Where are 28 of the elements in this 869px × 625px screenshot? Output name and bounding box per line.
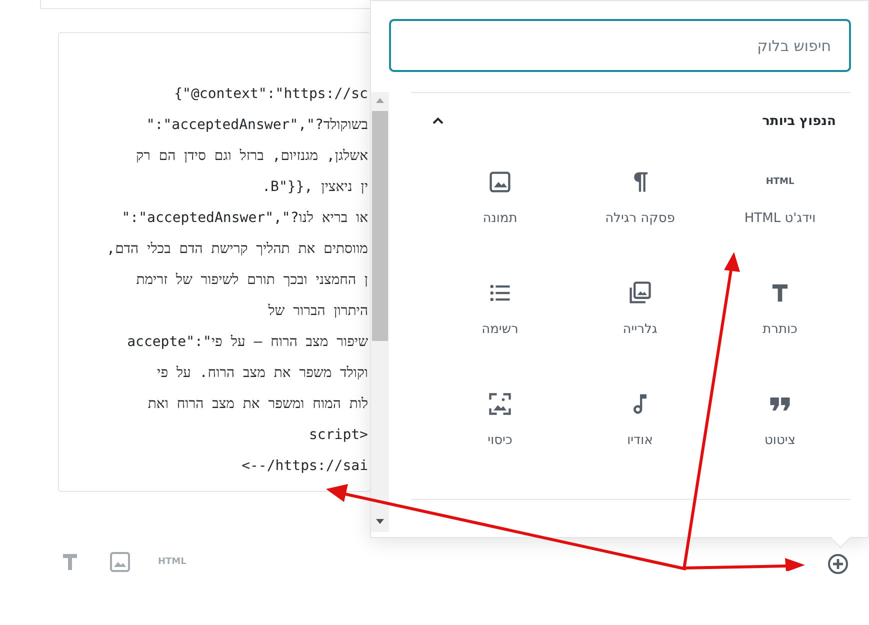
add-block-button[interactable] — [826, 552, 850, 576]
search-field[interactable]: חיפוש בלוק — [389, 19, 851, 72]
code-line: <--/https://sai — [240, 457, 368, 476]
block-item[interactable]: אודיו — [570, 391, 710, 469]
block-item[interactable]: גלרייה — [570, 280, 710, 358]
code-line: בשוקולד?","acceptedAnswer":" — [145, 116, 368, 135]
block-item[interactable]: רשימה — [430, 280, 570, 358]
code-line: וקולד משפר את מצב הרוח. על פי — [156, 364, 368, 383]
block-item[interactable]: כותרת — [710, 280, 850, 358]
code-line: ן החמצני ובכך תורם לשיפור של זרימת — [135, 271, 368, 290]
image-icon — [487, 169, 513, 195]
cover-image-icon — [487, 391, 513, 417]
code-line: script> — [308, 426, 368, 445]
gallery-icon — [627, 280, 653, 306]
section-title: הנפוץ ביותר — [762, 114, 836, 128]
code-line: או בריא לנו?","acceptedAnswer":" — [120, 209, 368, 228]
code-line: ין ניאצין ,{{"B. — [261, 178, 368, 197]
scrollbar[interactable] — [371, 92, 389, 532]
code-line: מווסתים את תהליך קרישת הדם בכלי הדם, — [106, 240, 368, 259]
code-line: אשלגן, מגנזיום, ברזל וגם סידן הם רק — [135, 147, 368, 166]
code-line: {"@context":"https://sc — [173, 85, 368, 104]
block-item[interactable]: ציטוט — [710, 391, 850, 469]
block-item[interactable]: פסקה רגילה — [570, 169, 710, 247]
block-item[interactable]: תמונה — [430, 169, 570, 247]
block-item[interactable]: כיסוי — [430, 391, 570, 469]
code-line: היתרון הברור של — [267, 302, 368, 321]
code-line: לות המוח ומשפר את מצב הרוח ואת — [146, 395, 368, 414]
code-line: accepte":"שיפור מצב הרוח – על פי — [126, 333, 368, 352]
